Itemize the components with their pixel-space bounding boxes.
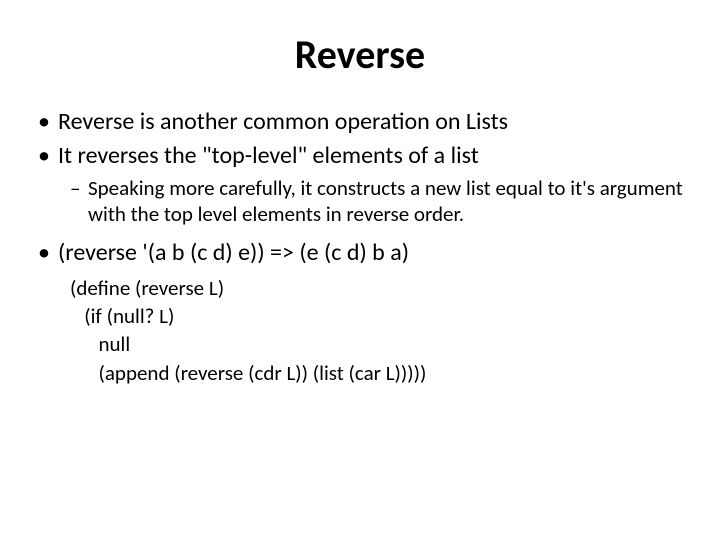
bullet-list: Reverse is another common operation on L… xyxy=(30,107,690,387)
bullet-2: It reverses the "top-level" elements of … xyxy=(38,141,684,228)
bullet-3-text: (reverse '(a b (c d) e)) => (e (c d) b a… xyxy=(58,238,409,267)
code-line-4: (append (reverse (cdr L)) (list (car L))… xyxy=(70,359,684,387)
slide: Reverse Reverse is another common operat… xyxy=(0,0,720,540)
slide-title: Reverse xyxy=(30,30,690,79)
code-block: (define (reverse L) (if (null? L) null (… xyxy=(58,274,684,387)
bullet-2-sublist: Speaking more carefully, it constructs a… xyxy=(58,175,684,228)
bullet-2-text: It reverses the "top-level" elements of … xyxy=(58,141,479,170)
code-line-2: (if (null? L) xyxy=(70,302,684,330)
code-line-3: null xyxy=(70,330,684,358)
bullet-3: (reverse '(a b (c d) e)) => (e (c d) b a… xyxy=(38,238,684,387)
code-line-1: (define (reverse L) xyxy=(70,274,684,302)
bullet-1: Reverse is another common operation on L… xyxy=(38,107,684,137)
bullet-2-sub-1-text: Speaking more carefully, it constructs a… xyxy=(88,175,683,227)
bullet-2-sub-1: Speaking more carefully, it constructs a… xyxy=(70,175,684,228)
bullet-1-text: Reverse is another common operation on L… xyxy=(58,107,508,136)
